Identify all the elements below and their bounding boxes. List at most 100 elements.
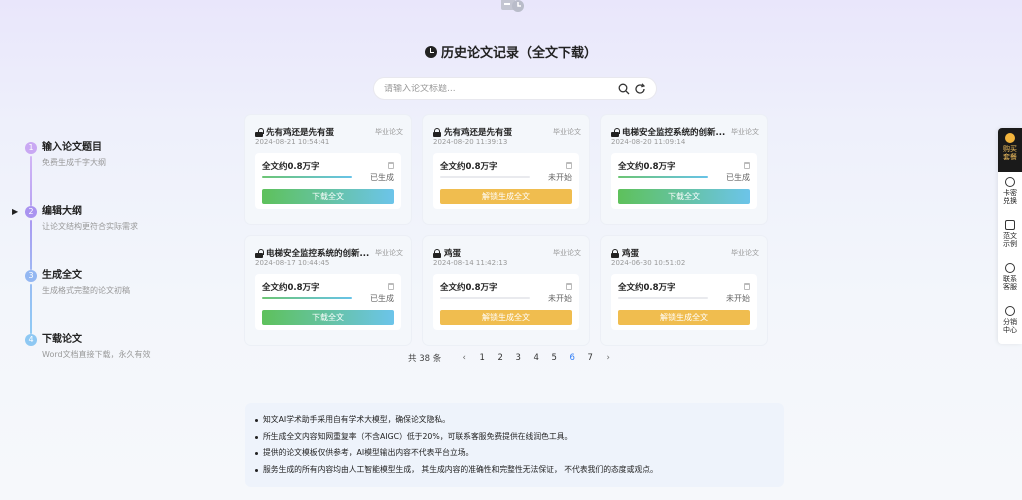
word-count: 全文约0.8万字 bbox=[262, 283, 320, 293]
download-full-button[interactable]: 下载全文 bbox=[262, 189, 394, 204]
page-3[interactable]: 3 bbox=[509, 353, 527, 363]
lock-icon bbox=[611, 248, 619, 258]
redeem-card-button[interactable]: 卡密兑换 bbox=[998, 172, 1022, 212]
paper-time: 2024-08-20 11:39:13 bbox=[433, 138, 508, 146]
search-icon[interactable] bbox=[618, 83, 630, 95]
lock-icon bbox=[433, 248, 441, 258]
paper-card: 电梯安全监控系统的创新... 毕业论文 2024-08-17 10:44:45 … bbox=[245, 236, 411, 345]
step-title: 下载论文 bbox=[42, 334, 82, 345]
paper-type: 毕业论文 bbox=[553, 249, 581, 257]
delete-icon[interactable] bbox=[566, 162, 572, 169]
unlock-icon bbox=[255, 248, 264, 258]
sidebar-label: 联系客服 bbox=[1003, 275, 1017, 291]
step-number: 3 bbox=[25, 270, 37, 282]
paper-title: 电梯安全监控系统的创新... bbox=[622, 128, 726, 138]
download-full-button[interactable]: 下载全文 bbox=[262, 310, 394, 325]
unlock-generate-button[interactable]: 解锁生成全文 bbox=[440, 189, 572, 204]
paper-time: 2024-08-21 10:54:41 bbox=[255, 138, 330, 146]
paper-time: 2024-08-20 11:09:14 bbox=[611, 138, 686, 146]
paper-title: 先有鸡还是先有蛋 bbox=[444, 128, 513, 138]
generation-progress-bar bbox=[262, 176, 352, 178]
distribution-center-button[interactable]: 分销中心 bbox=[998, 301, 1022, 341]
paper-time: 2024-06-30 10:51:02 bbox=[611, 259, 686, 267]
paper-type: 毕业论文 bbox=[731, 249, 759, 257]
paper-title: 鸡蛋 bbox=[444, 249, 462, 259]
generation-progress-bar bbox=[440, 176, 530, 178]
disclaimer-notice: 知文AI学术助手采用自有学术大模型，确保论文隐私。 所生成全文内容知网重复率（不… bbox=[245, 403, 784, 487]
paper-card: 先有鸡还是先有蛋 毕业论文 2024-08-21 10:54:41 全文约0.8… bbox=[245, 115, 411, 224]
delete-icon[interactable] bbox=[744, 162, 750, 169]
step-number: 4 bbox=[25, 334, 37, 346]
step-connector bbox=[30, 284, 32, 334]
sample-papers-button[interactable]: 范文示例 bbox=[998, 215, 1022, 255]
paper-type: 毕业论文 bbox=[553, 128, 581, 136]
unlock-icon bbox=[255, 127, 264, 137]
notice-item: 知文AI学术助手采用自有学术大模型，确保论文隐私。 bbox=[255, 412, 774, 429]
notice-item: 提供的论文模板仅供参考，AI模型输出内容不代表平台立场。 bbox=[255, 445, 774, 462]
step-title: 生成全文 bbox=[42, 270, 82, 281]
prev-page-button[interactable]: ‹ bbox=[455, 353, 473, 363]
page-title: 历史论文记录（全文下载） bbox=[0, 42, 1022, 61]
refresh-icon[interactable] bbox=[634, 82, 646, 95]
paper-title: 先有鸡还是先有蛋 bbox=[266, 128, 335, 138]
clock-icon bbox=[424, 45, 437, 58]
unlock-icon bbox=[611, 127, 620, 137]
paper-card: 电梯安全监控系统的创新... 毕业论文 2024-08-20 11:09:14 … bbox=[601, 115, 767, 224]
page-title-text: 历史论文记录（全文下载） bbox=[440, 46, 597, 61]
delete-icon[interactable] bbox=[388, 162, 394, 169]
notice-item: 所生成全文内容知网重复率（不含AIGC）低于20%，可联系客服免费提供在线润色工… bbox=[255, 429, 774, 446]
lock-icon bbox=[433, 127, 441, 137]
sidebar-label: 分销中心 bbox=[1003, 318, 1017, 334]
word-count: 全文约0.8万字 bbox=[440, 283, 498, 293]
word-count: 全文约0.8万字 bbox=[618, 283, 676, 293]
pagination: 共 38 条 ‹ 1 2 3 4 5 6 7 › bbox=[408, 352, 617, 364]
page-6[interactable]: 6 bbox=[563, 353, 581, 363]
search-input[interactable] bbox=[384, 83, 614, 94]
paper-title: 电梯安全监控系统的创新... bbox=[266, 249, 370, 259]
step-desc: Word文档直接下载，永久有效 bbox=[42, 350, 151, 359]
search-bar bbox=[373, 77, 657, 100]
word-count: 全文约0.8万字 bbox=[262, 162, 320, 172]
step-number: 2 bbox=[25, 206, 37, 218]
contact-support-button[interactable]: 联系客服 bbox=[998, 258, 1022, 298]
sidebar-label: 购买套餐 bbox=[1003, 145, 1017, 161]
paper-card: 鸡蛋 毕业论文 2024-06-30 10:51:02 全文约0.8万字 未开始… bbox=[601, 236, 767, 345]
page-2[interactable]: 2 bbox=[491, 353, 509, 363]
generation-status: 已生成 bbox=[726, 173, 750, 182]
step-desc: 免费生成千字大纲 bbox=[42, 158, 106, 167]
paper-card: 鸡蛋 毕业论文 2024-08-14 11:42:13 全文约0.8万字 未开始… bbox=[423, 236, 589, 345]
right-float-sidebar: 购买套餐 卡密兑换 范文示例 联系客服 分销中心 bbox=[998, 128, 1022, 344]
generation-status: 未开始 bbox=[548, 294, 572, 303]
paper-time: 2024-08-14 11:42:13 bbox=[433, 259, 508, 267]
paper-time: 2024-08-17 10:44:45 bbox=[255, 259, 330, 267]
paper-history-grid: 先有鸡还是先有蛋 毕业论文 2024-08-21 10:54:41 全文约0.8… bbox=[245, 115, 769, 345]
page-4[interactable]: 4 bbox=[527, 353, 545, 363]
page-7[interactable]: 7 bbox=[581, 353, 599, 363]
buy-package-button[interactable]: 购买套餐 bbox=[998, 128, 1022, 172]
step-connector bbox=[30, 220, 32, 270]
step-desc: 生成格式完整的论文初稿 bbox=[42, 286, 130, 295]
generation-status: 未开始 bbox=[548, 173, 572, 182]
unlock-generate-button[interactable]: 解锁生成全文 bbox=[618, 310, 750, 325]
unlock-generate-button[interactable]: 解锁生成全文 bbox=[440, 310, 572, 325]
word-count: 全文约0.8万字 bbox=[440, 162, 498, 172]
generation-progress-bar bbox=[262, 297, 352, 299]
page-1[interactable]: 1 bbox=[473, 353, 491, 363]
generation-status: 未开始 bbox=[726, 294, 750, 303]
paper-title: 鸡蛋 bbox=[622, 249, 640, 259]
download-full-button[interactable]: 下载全文 bbox=[618, 189, 750, 204]
next-page-button[interactable]: › bbox=[599, 353, 617, 363]
total-count: 共 38 条 bbox=[408, 354, 442, 364]
delete-icon[interactable] bbox=[566, 283, 572, 290]
document-icon bbox=[1005, 220, 1015, 230]
logo-icon bbox=[501, 0, 524, 12]
chat-icon bbox=[1005, 263, 1015, 273]
delete-icon[interactable] bbox=[388, 283, 394, 290]
delete-icon[interactable] bbox=[744, 283, 750, 290]
paper-type: 毕业论文 bbox=[375, 249, 403, 257]
generation-status: 已生成 bbox=[370, 173, 394, 182]
generation-progress-bar bbox=[440, 297, 530, 299]
page-5[interactable]: 5 bbox=[545, 353, 563, 363]
paper-type: 毕业论文 bbox=[375, 128, 403, 136]
step-desc: 让论文结构更符合实际需求 bbox=[42, 222, 138, 231]
